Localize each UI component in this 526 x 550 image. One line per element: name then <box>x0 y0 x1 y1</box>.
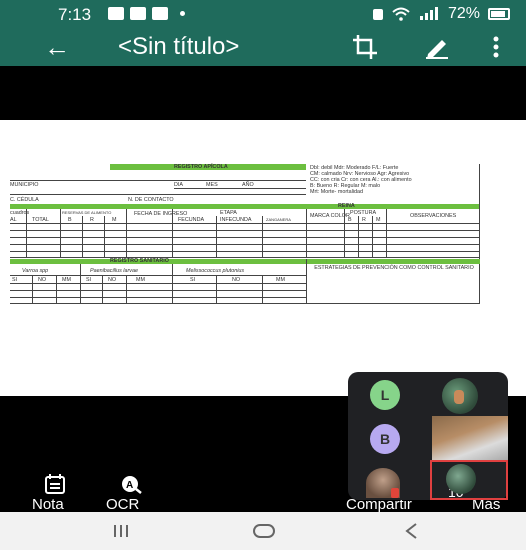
contacto-label: N. DE CONTACTO <box>128 197 174 203</box>
rule <box>372 216 373 257</box>
rule <box>126 275 127 304</box>
alarm-icon <box>372 9 383 20</box>
system-navigation-bar <box>0 512 526 550</box>
image-top-letterbox <box>0 66 526 120</box>
battery-icon <box>488 8 510 20</box>
message-notification-icon <box>152 7 168 20</box>
rule <box>104 216 105 257</box>
rule <box>10 257 480 258</box>
estrategias-band <box>306 259 480 264</box>
rule <box>82 216 83 257</box>
rule <box>174 188 306 189</box>
status-bar: 7:13 72% <box>0 0 526 28</box>
rule <box>262 275 263 304</box>
rule <box>10 244 480 245</box>
legend-line-5: Mrt: Morte- mortalidad <box>310 189 364 195</box>
rule <box>10 223 480 224</box>
participant-avatar-b[interactable]: B <box>370 424 400 454</box>
rule <box>10 230 480 231</box>
rule <box>10 251 480 252</box>
svg-text:A: A <box>126 480 133 491</box>
etapa-label: ETAPA <box>220 210 237 216</box>
scanned-document[interactable]: REGISTRO APÍCOLA Dbl: debil Mdr: Moderad… <box>10 164 480 304</box>
cedula-label: C. CÉDULA <box>10 197 39 203</box>
crop-icon[interactable] <box>352 34 378 60</box>
estrategias-label: ESTRATEGIAS DE PREVENCIÓN COMO CONTROL S… <box>314 265 474 271</box>
varroa-label: Varroa spp <box>22 268 49 274</box>
home-icon[interactable] <box>252 523 276 539</box>
ocr-button[interactable]: A OCR <box>102 472 162 513</box>
back-arrow-icon[interactable]: ← <box>44 32 70 63</box>
wifi-icon <box>392 7 410 21</box>
reina-label: REINA <box>338 203 355 209</box>
observaciones-label: OBSERVACIONES <box>410 213 457 219</box>
rule <box>216 275 217 304</box>
rule <box>386 209 387 257</box>
participant-initial-l: L <box>380 387 390 403</box>
participant-photo-2[interactable] <box>432 416 508 460</box>
sanitario-label: REGISTRO SANITARIO <box>110 258 169 264</box>
video-call-participants-panel[interactable]: L B 10 <box>348 372 508 500</box>
ocr-text-icon: A <box>122 476 142 494</box>
raised-hand-icon <box>391 488 399 498</box>
rule <box>126 209 127 257</box>
signal-icon <box>419 7 438 20</box>
participant-photo-4 <box>446 464 476 494</box>
rule <box>32 275 33 304</box>
clock-time: 7:13 <box>58 5 92 24</box>
rule <box>56 275 57 304</box>
back-nav-icon[interactable] <box>404 523 418 539</box>
rule <box>306 259 307 304</box>
edit-pen-icon[interactable] <box>424 34 450 60</box>
rule <box>10 180 306 181</box>
rule <box>344 209 345 257</box>
nota-label: Nota <box>32 496 64 513</box>
rule <box>216 216 217 257</box>
participant-avatar-l[interactable]: L <box>370 380 400 410</box>
document-title[interactable]: <Sin título> <box>118 33 239 61</box>
rule <box>102 275 103 304</box>
rule <box>358 216 359 257</box>
nota-button[interactable]: Nota <box>30 472 90 513</box>
rule <box>60 209 61 257</box>
rule <box>172 264 173 304</box>
rule <box>10 194 306 195</box>
app-bar: ← <Sin título> <box>0 28 526 66</box>
meliss-label: Melissococcus plutonius <box>186 268 245 274</box>
participant-photo-1[interactable] <box>442 378 478 414</box>
gallery-notification-icon <box>130 7 146 20</box>
rule <box>172 209 173 257</box>
ocr-label: OCR <box>106 496 140 513</box>
rule <box>306 209 307 257</box>
more-notifications-dot-icon <box>180 11 185 16</box>
video-notification-icon <box>108 7 124 20</box>
more-options-icon[interactable] <box>492 34 500 60</box>
active-speaker-tile[interactable] <box>430 460 508 500</box>
reina-band <box>10 204 480 209</box>
notification-icons <box>108 7 185 20</box>
rule <box>262 216 263 257</box>
rule <box>10 237 480 238</box>
rule <box>80 264 81 304</box>
recents-icon[interactable] <box>112 524 130 538</box>
battery-percent: 72% <box>447 5 480 22</box>
notes-icon <box>45 474 65 494</box>
rule <box>479 164 480 304</box>
rule <box>26 209 27 257</box>
municipio-label: MUNICIPIO <box>10 182 39 188</box>
participant-initial-b: B <box>379 431 391 447</box>
paeni-label: Paenibacillus larvae <box>90 268 138 274</box>
doc-title: REGISTRO APÍCOLA <box>174 164 228 170</box>
